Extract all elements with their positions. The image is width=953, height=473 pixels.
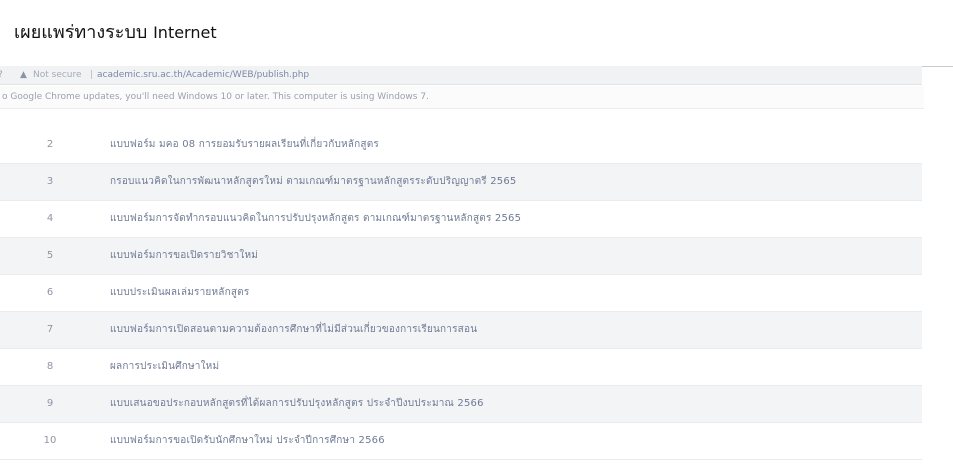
not-secure-label: Not secure (33, 70, 82, 80)
heading-latin: Internet (153, 23, 217, 42)
address-bar[interactable]: ? ▲ Not secure | academic.sru.ac.th/Acad… (0, 66, 922, 85)
update-notice-text: o Google Chrome updates, you'll need Win… (2, 92, 429, 102)
table-row: 9 แบบเสนอขอประกอบหลักสูตรที่ได้ผลการปรับ… (0, 386, 922, 423)
table-row: 10 แบบฟอร์มการขอเปิดรับนักศึกษาใหม่ ประจ… (0, 423, 922, 460)
document-link[interactable]: แบบฟอร์มการจัดทำกรอบแนวคิดในการปรับปรุงห… (110, 201, 521, 237)
url-text[interactable]: academic.sru.ac.th/Academic/WEB/publish.… (97, 66, 309, 84)
row-number: 3 (46, 176, 54, 187)
row-number: 9 (46, 398, 54, 409)
page-heading: เผยแพร่ทางระบบ Internet (14, 20, 217, 46)
document-link[interactable]: แบบเสนอขอประกอบหลักสูตรที่ได้ผลการปรับปร… (110, 386, 484, 422)
row-number: 4 (46, 213, 54, 224)
nav-question-glyph: ? (0, 66, 3, 84)
table-row: 7 แบบฟอร์มการเปิดสอนตามความต้องการศึกษาท… (0, 312, 922, 349)
document-link[interactable]: แบบฟอร์มการขอเปิดรายวิชาใหม่ (110, 238, 258, 274)
update-notice-bar: o Google Chrome updates, you'll need Win… (0, 86, 924, 109)
table-row: 8 ผลการประเมินศึกษาใหม่ (0, 349, 922, 386)
row-number: 2 (46, 139, 54, 150)
table-row: 6 แบบประเมินผลเล่มรายหลักสูตร (0, 275, 922, 312)
row-number: 5 (46, 250, 54, 261)
table-row: 3 กรอบแนวคิดในการพัฒนาหลักสูตรใหม่ ตามเก… (0, 164, 922, 201)
table-row: 2 แบบฟอร์ม มคอ 08 การยอมรับรายผลเรียนที่… (0, 127, 922, 164)
row-number: 10 (43, 435, 57, 446)
warning-icon[interactable]: ▲ (20, 66, 27, 84)
document-link[interactable]: กรอบแนวคิดในการพัฒนาหลักสูตรใหม่ ตามเกณฑ… (110, 164, 516, 200)
window-edge-line (922, 66, 953, 67)
table-row: 5 แบบฟอร์มการขอเปิดรายวิชาใหม่ (0, 238, 922, 275)
document-table: 2 แบบฟอร์ม มคอ 08 การยอมรับรายผลเรียนที่… (0, 127, 922, 460)
heading-thai: เผยแพร่ทางระบบ (14, 22, 148, 43)
row-number: 6 (46, 287, 54, 298)
document-link[interactable]: แบบฟอร์ม มคอ 08 การยอมรับรายผลเรียนที่เก… (110, 127, 379, 163)
document-link[interactable]: ผลการประเมินศึกษาใหม่ (110, 349, 219, 385)
row-number: 7 (46, 324, 54, 335)
table-row: 4 แบบฟอร์มการจัดทำกรอบแนวคิดในการปรับปรุ… (0, 201, 922, 238)
document-link[interactable]: แบบประเมินผลเล่มรายหลักสูตร (110, 275, 249, 311)
address-separator: | (90, 70, 94, 80)
row-number: 8 (46, 361, 54, 372)
document-link[interactable]: แบบฟอร์มการเปิดสอนตามความต้องการศึกษาที่… (110, 312, 477, 348)
document-link[interactable]: แบบฟอร์มการขอเปิดรับนักศึกษาใหม่ ประจำปี… (110, 423, 385, 459)
